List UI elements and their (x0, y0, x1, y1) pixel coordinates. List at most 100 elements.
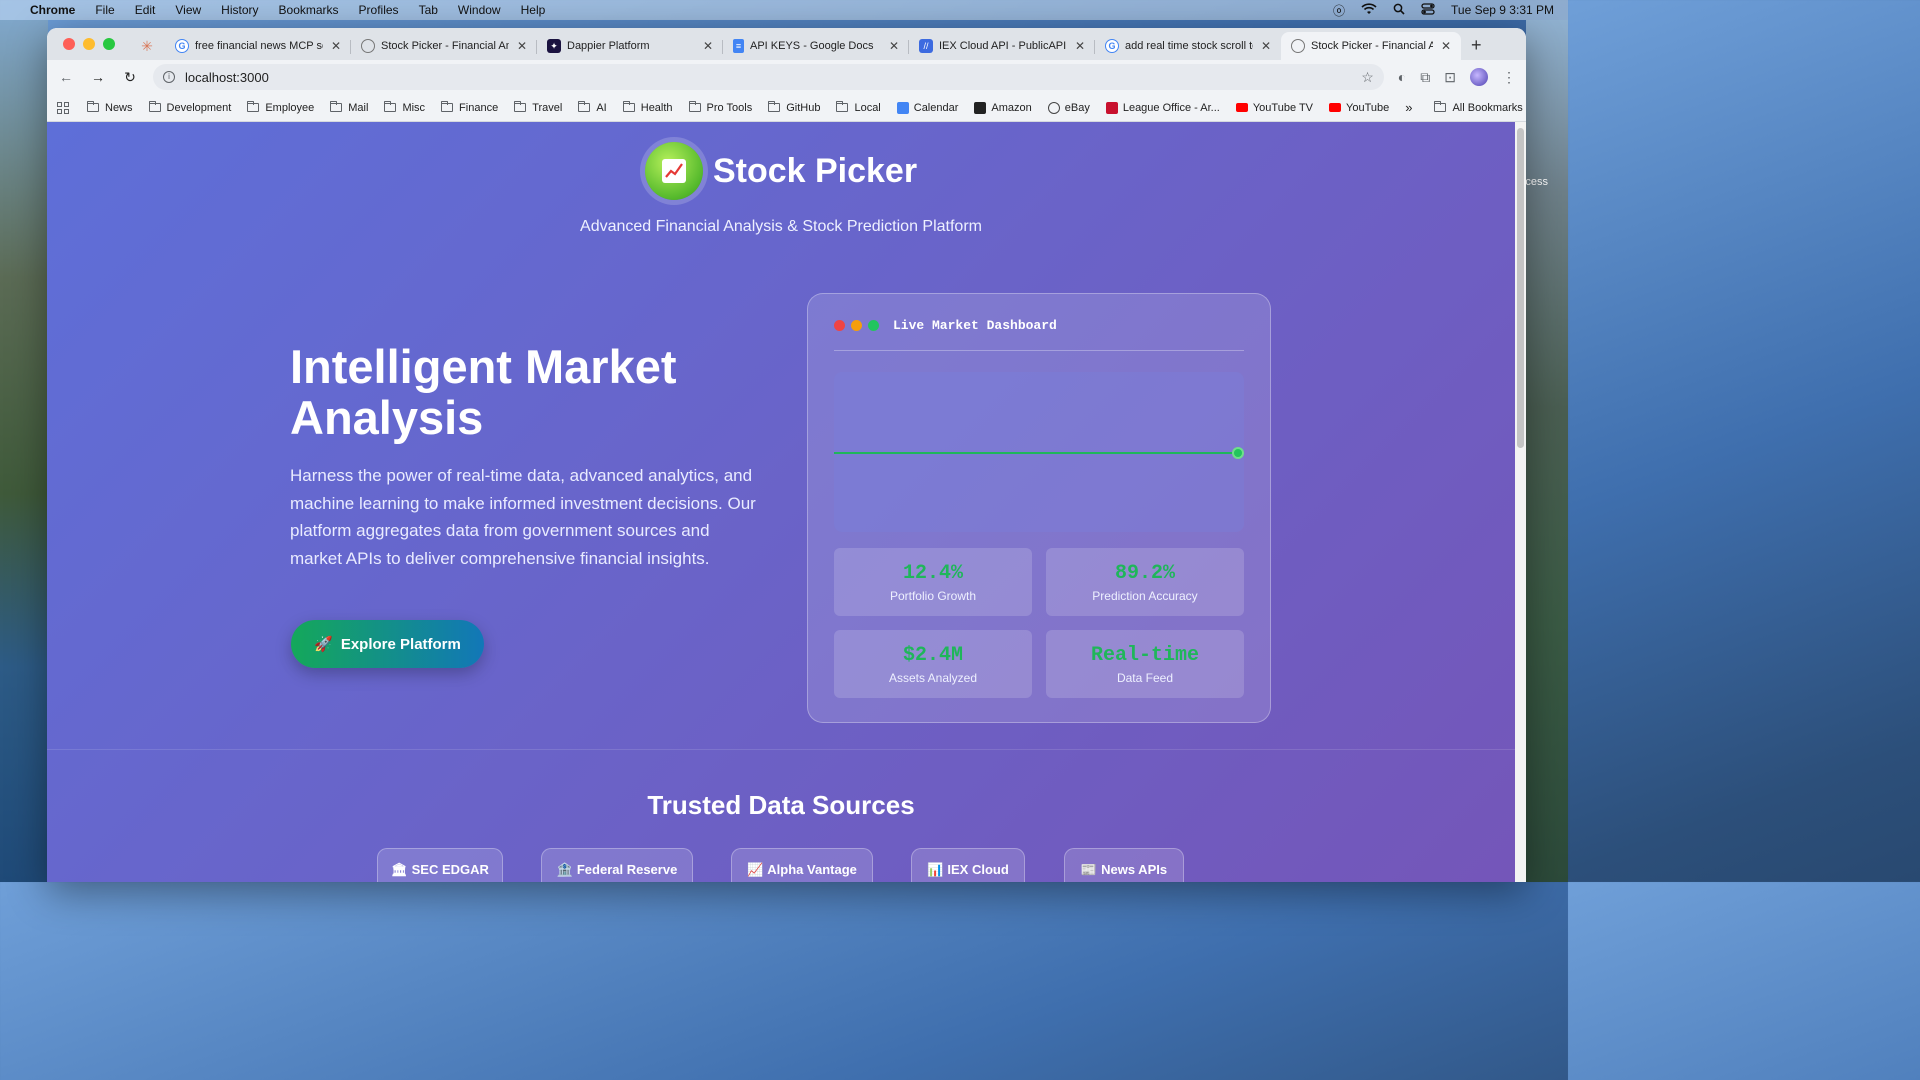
bookmark-label: League Office - Ar... (1122, 101, 1220, 114)
reload-icon[interactable]: ↻ (121, 69, 139, 86)
bookmark-folder-health[interactable]: Health (622, 101, 673, 114)
tab-4[interactable]: // IEX Cloud API - PublicAPI ✕ (909, 32, 1095, 60)
tab-1[interactable]: Stock Picker - Financial Ana ✕ (351, 32, 537, 60)
zoom-window-button[interactable] (103, 38, 115, 50)
tab-title: add real time stock scroll to (1125, 40, 1253, 52)
bookmark-folder-pro-tools[interactable]: Pro Tools (688, 101, 752, 114)
profile-avatar[interactable] (1470, 68, 1488, 86)
menubar-clock[interactable]: Tue Sep 9 3:31 PM (1451, 3, 1554, 17)
bookmark-folder-employee[interactable]: Employee (247, 101, 315, 114)
tab-6-active[interactable]: Stock Picker - Financial Ana ✕ (1281, 32, 1461, 60)
market-chart (834, 372, 1244, 532)
tab-0[interactable]: G free financial news MCP ser ✕ (165, 32, 351, 60)
bookmark-label: Employee (265, 101, 315, 114)
close-window-button[interactable] (63, 38, 75, 50)
bookmark-folder-finance[interactable]: Finance (441, 101, 498, 114)
stat-card-prediction-accuracy: 89.2% Prediction Accuracy (1046, 548, 1244, 616)
bookmark-star-icon[interactable]: ☆ (1361, 69, 1374, 86)
page-scrollbar[interactable] (1515, 122, 1526, 882)
google-icon: G (175, 39, 189, 53)
spotlight-search-icon[interactable] (1393, 3, 1405, 18)
tab-3[interactable]: ≡ API KEYS - Google Docs ✕ (723, 32, 909, 60)
sources-heading: Trusted Data Sources (647, 790, 915, 820)
source-card-sec-edgar[interactable]: 🏛 SEC EDGAR (377, 848, 503, 882)
tab-5[interactable]: G add real time stock scroll to ✕ (1095, 32, 1281, 60)
menu-app-name[interactable]: Chrome (30, 3, 75, 17)
bookmark-label: eBay (1064, 101, 1090, 114)
bookmarks-overflow-icon[interactable]: » (1405, 100, 1412, 115)
source-card-federal-reserve[interactable]: 🏦 Federal Reserve (541, 848, 693, 882)
menu-window[interactable]: Window (458, 3, 501, 17)
web-page: Stock Picker Advanced Financial Analysis… (47, 122, 1515, 882)
close-tab-icon[interactable]: ✕ (1261, 39, 1271, 53)
bookmark-ebay[interactable]: eBay (1047, 101, 1090, 114)
folder-icon (622, 101, 635, 112)
docs-icon: ≡ (733, 39, 744, 53)
desktop-wallpaper-right (1526, 20, 1568, 882)
tab-2[interactable]: ✦ Dappier Platform ✕ (537, 32, 723, 60)
explore-platform-button[interactable]: 🚀 Explore Platform (291, 620, 484, 668)
publicapi-icon: // (919, 39, 933, 53)
bookmark-label: YouTube (1346, 101, 1390, 114)
close-tab-icon[interactable]: ✕ (703, 39, 713, 53)
extensions-puzzle-icon[interactable]: ⧉ (1420, 69, 1430, 86)
new-tab-button[interactable]: + (1471, 35, 1482, 56)
league-office-icon (1105, 101, 1118, 114)
source-card-alpha-vantage[interactable]: 📈 Alpha Vantage (731, 848, 873, 882)
address-bar[interactable]: i localhost:3000 ☆ (153, 64, 1384, 90)
control-center-icon[interactable] (1421, 2, 1435, 18)
bookmark-folder-development[interactable]: Development (148, 101, 231, 114)
bookmark-folder-misc[interactable]: Misc (384, 101, 425, 114)
globe-icon (361, 39, 375, 53)
apps-grid-icon[interactable] (57, 101, 69, 114)
wifi-icon[interactable] (1361, 2, 1377, 18)
password-manager-icon[interactable]: ⓞ (1333, 2, 1345, 19)
tab-title: free financial news MCP ser (195, 40, 323, 52)
forward-arrow-icon[interactable]: → (89, 69, 107, 85)
youtube-icon (1235, 103, 1248, 112)
bookmark-folder-travel[interactable]: Travel (514, 101, 562, 114)
bookmark-youtube-tv[interactable]: YouTube TV (1235, 101, 1313, 114)
tab-title: Stock Picker - Financial Ana (381, 40, 509, 52)
folder-icon (836, 101, 849, 112)
bookmark-label: YouTube TV (1252, 101, 1313, 114)
extension-icon[interactable]: ◐ (1398, 69, 1406, 85)
close-tab-icon[interactable]: ✕ (1441, 39, 1451, 53)
close-tab-icon[interactable]: ✕ (331, 39, 341, 53)
scrollbar-thumb[interactable] (1517, 128, 1524, 448)
site-info-icon[interactable]: i (163, 71, 175, 83)
bookmark-folder-news[interactable]: News (87, 101, 133, 114)
bookmark-folder-github[interactable]: GitHub (768, 101, 820, 114)
close-tab-icon[interactable]: ✕ (1075, 39, 1085, 53)
chart-increasing-icon: 📈 (747, 861, 764, 877)
address-url[interactable]: localhost:3000 (185, 70, 269, 85)
menu-edit[interactable]: Edit (135, 3, 156, 17)
source-card-news-apis[interactable]: 📰 News APIs (1064, 848, 1184, 882)
bookmark-folder-local[interactable]: Local (836, 101, 881, 114)
bookmark-folder-mail[interactable]: Mail (330, 101, 368, 114)
all-bookmarks[interactable]: All Bookmarks (1434, 101, 1523, 114)
pinned-tab[interactable]: ✳ (129, 32, 165, 60)
more-menu-icon[interactable]: ⋮ (1502, 69, 1516, 86)
bookmark-label: Calendar (913, 101, 959, 114)
close-tab-icon[interactable]: ✕ (517, 39, 527, 53)
minimize-window-button[interactable] (83, 38, 95, 50)
menu-view[interactable]: View (175, 3, 201, 17)
menu-file[interactable]: File (95, 3, 114, 17)
menu-help[interactable]: Help (521, 3, 546, 17)
bookmark-folder-ai[interactable]: AI (578, 101, 607, 114)
tab-title: API KEYS - Google Docs (750, 40, 874, 52)
bookmark-calendar[interactable]: Calendar (896, 101, 959, 114)
menu-tab[interactable]: Tab (419, 3, 438, 17)
bookmark-amazon[interactable]: Amazon (974, 101, 1032, 114)
bookmark-league-office[interactable]: League Office - Ar... (1105, 101, 1220, 114)
tab-search-icon[interactable]: ⊡ (1444, 69, 1456, 86)
back-arrow-icon[interactable]: ← (57, 69, 75, 85)
menu-history[interactable]: History (221, 3, 258, 17)
menu-profiles[interactable]: Profiles (359, 3, 399, 17)
chart-glyph (661, 159, 686, 183)
menu-bookmarks[interactable]: Bookmarks (279, 3, 339, 17)
source-card-iex-cloud[interactable]: 📊 IEX Cloud (911, 848, 1025, 882)
close-tab-icon[interactable]: ✕ (889, 39, 899, 53)
bookmark-youtube[interactable]: YouTube (1329, 102, 1389, 114)
